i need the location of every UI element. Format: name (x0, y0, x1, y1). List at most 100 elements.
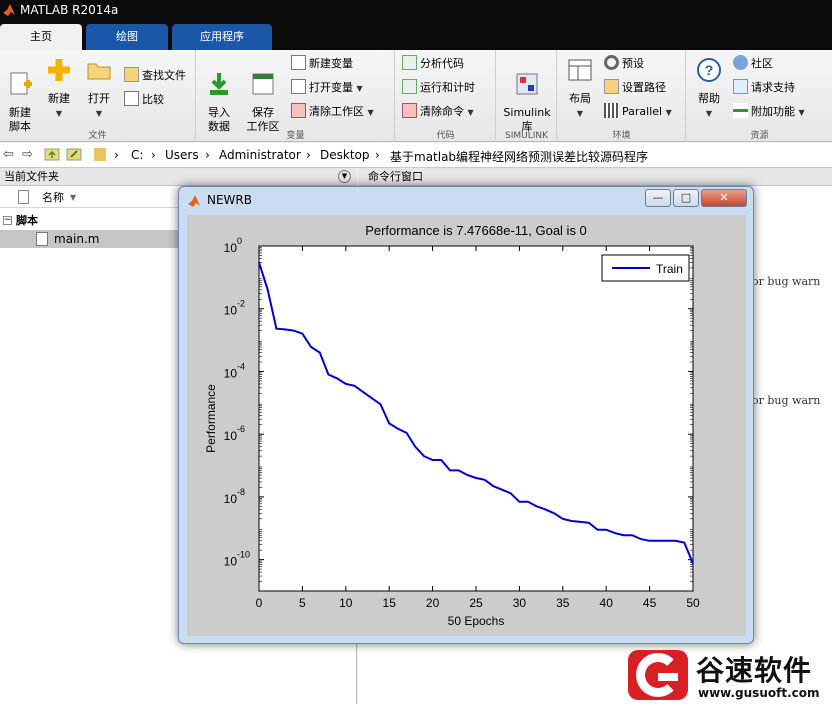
simulink-library-button[interactable]: Simulink 库 (499, 56, 555, 134)
plot-area (258, 245, 694, 592)
up-folder-icon[interactable] (44, 146, 60, 166)
save-workspace-button[interactable]: 保存 工作区 (243, 56, 283, 134)
browse-folder-icon[interactable] (66, 146, 82, 166)
brand-logo-icon (628, 650, 688, 700)
close-button[interactable]: ✕ (701, 189, 747, 207)
community-button[interactable]: 社区 (733, 54, 773, 74)
column-name[interactable]: 名称 (42, 187, 64, 208)
folder-icon (87, 63, 111, 80)
forward-icon[interactable]: ⇨ (22, 147, 33, 162)
x-axis-label: 50 Epochs (448, 614, 505, 628)
group-label: 脚本 (16, 214, 38, 227)
y-tick-label: 10 (224, 555, 238, 569)
open-button[interactable]: 打开 ▼ (82, 56, 116, 121)
x-tick-label: 45 (643, 596, 657, 610)
sort-down-icon[interactable]: ▼ (70, 187, 76, 208)
back-icon[interactable]: ⇦ (3, 147, 14, 162)
find-files-label: 查找文件 (142, 69, 186, 82)
help-label: 帮助 (698, 92, 720, 105)
command-window-header: 命令行窗口 (358, 168, 832, 186)
svg-text:?: ? (705, 62, 714, 78)
breadcrumb-c-drive[interactable]: C: (131, 148, 143, 162)
current-folder-header: 当前文件夹 ▼ (0, 168, 357, 186)
y-tick-exponent: -8 (237, 487, 245, 497)
current-folder-title: 当前文件夹 (4, 170, 59, 183)
find-files-button[interactable]: 查找文件 (124, 66, 186, 86)
ribbon-group-resources: ? 帮助 ▼ 社区 请求支持 附加功能 ▼ 资源 (687, 50, 832, 142)
folder-icon (93, 146, 107, 166)
community-icon (733, 55, 748, 70)
x-tick-label: 35 (556, 596, 570, 610)
watermark-logo: 谷速软件 www.gusuoft.com (624, 646, 832, 704)
clear-commands-label: 清除命令 (420, 105, 464, 118)
y-tick-exponent: -10 (237, 550, 250, 560)
file-name: main.m (54, 232, 100, 246)
import-data-button[interactable]: 导入 数据 (201, 56, 237, 134)
breadcrumb-administrator[interactable]: Administrator (219, 148, 301, 162)
x-tick-label: 0 (256, 596, 263, 610)
x-tick-label: 10 (339, 596, 353, 610)
app-title: MATLAB R2014a (20, 3, 119, 17)
compare-icon (124, 91, 139, 106)
figure-canvas: Performance is 7.47668e-11, Goal is 0 50 … (187, 215, 746, 636)
breadcrumb-project-folder[interactable]: 基于matlab编程神经网络预测误差比较源码程序 (390, 148, 648, 165)
ribbon-toolbar: 新建 脚本 新建 ▼ 打开 ▼ 查找文件 比较 文件 导入 数据 保存 工作区 新建… (0, 50, 832, 142)
help-icon: ? (697, 58, 721, 82)
breadcrumb-sep: › (205, 148, 210, 162)
new-variable-icon (291, 55, 306, 70)
x-tick-label: 25 (469, 596, 483, 610)
clear-workspace-label: 清除工作区 (309, 105, 364, 118)
parallel-icon (604, 103, 619, 118)
performance-chart: Performance is 7.47668e-11, Goal is 0 50 … (204, 223, 700, 628)
x-tick-label: 5 (299, 596, 306, 610)
chevron-down-icon: ▼ (467, 108, 474, 117)
parallel-button[interactable]: Parallel ▼ (604, 102, 672, 122)
layout-label: 布局 (569, 92, 591, 105)
layout-button[interactable]: 布局 ▼ (562, 56, 598, 121)
breadcrumb-desktop[interactable]: Desktop (320, 148, 370, 162)
y-axis-label: Performance (204, 384, 218, 453)
run-and-time-label: 运行和计时 (420, 81, 475, 94)
tab-home[interactable]: 主页 (0, 24, 82, 50)
chevron-down-icon: ▼ (705, 109, 713, 118)
analyze-code-button[interactable]: 分析代码 (402, 54, 464, 74)
help-button[interactable]: ? 帮助 ▼ (691, 56, 727, 121)
chevron-down-icon: ▼ (356, 84, 363, 93)
y-tick-exponent: -2 (237, 299, 245, 309)
ribbon-group-environment: 布局 ▼ 预设 设置路径 Parallel ▼ 环境 (558, 50, 686, 142)
collapse-icon[interactable]: − (3, 216, 12, 225)
address-bar: ⇦ ⇨ › C: › Users › Administrator › Deskt… (0, 143, 832, 168)
request-support-button[interactable]: 请求支持 (733, 78, 795, 98)
preferences-label: 预设 (622, 57, 644, 70)
clear-workspace-button[interactable]: 清除工作区 ▼ (291, 102, 374, 122)
save-workspace-icon (252, 73, 274, 95)
new-button[interactable]: 新建 ▼ (42, 56, 76, 121)
tab-plots[interactable]: 绘图 (86, 24, 168, 50)
minimize-button[interactable]: — (645, 189, 671, 207)
ribbon-group-file: 新建 脚本 新建 ▼ 打开 ▼ 查找文件 比较 文件 (0, 50, 196, 142)
compare-button[interactable]: 比较 (124, 90, 164, 110)
gear-icon (604, 55, 619, 70)
add-ons-label: 附加功能 (751, 105, 795, 118)
y-tick-exponent: -4 (237, 361, 245, 371)
maximize-button[interactable]: □ (673, 189, 699, 207)
group-label-file: 文件 (88, 131, 107, 141)
new-variable-button[interactable]: 新建变量 (291, 54, 353, 74)
new-script-button[interactable]: 新建 脚本 (2, 56, 38, 134)
breadcrumb-users[interactable]: Users (165, 148, 199, 162)
add-ons-button[interactable]: 附加功能 ▼ (733, 102, 805, 122)
y-tick-label: 10 (224, 304, 238, 318)
set-path-button[interactable]: 设置路径 (604, 78, 666, 98)
clear-commands-icon (402, 103, 417, 118)
x-tick-label: 15 (383, 596, 397, 610)
breadcrumb-sep: › (375, 148, 380, 162)
set-path-icon (604, 79, 619, 94)
open-variable-button[interactable]: 打开变量 ▼ (291, 78, 363, 98)
panel-menu-icon[interactable]: ▼ (338, 170, 351, 183)
compare-label: 比较 (142, 93, 164, 106)
clear-commands-button[interactable]: 清除命令 ▼ (402, 102, 474, 122)
preferences-button[interactable]: 预设 (604, 54, 644, 74)
tab-apps[interactable]: 应用程序 (172, 24, 272, 50)
run-and-time-button[interactable]: 运行和计时 (402, 78, 475, 98)
new-script-icon (10, 72, 32, 95)
